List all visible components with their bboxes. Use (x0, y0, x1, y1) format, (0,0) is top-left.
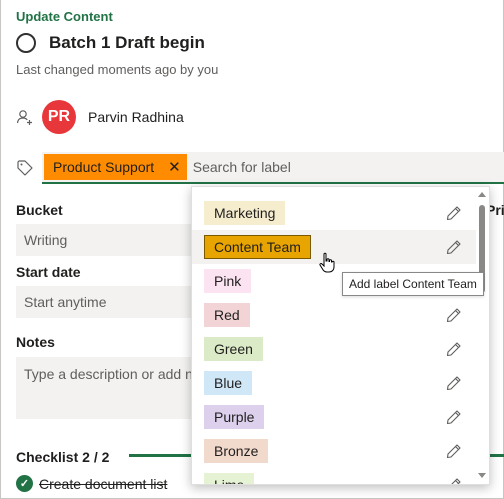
avatar[interactable]: PR (42, 100, 76, 134)
label-tooltip: Add label Content Team (342, 272, 484, 296)
notes-textarea[interactable]: Type a description or add n (16, 357, 196, 419)
label-option-chip[interactable]: Marketing (204, 201, 286, 225)
label-option-chip[interactable]: Content Team (204, 235, 311, 259)
last-changed-text: Last changed moments ago by you (16, 62, 219, 77)
bucket-label: Bucket (16, 202, 63, 218)
label-option[interactable]: Green (192, 332, 476, 366)
assignee-name: Parvin Radhina (88, 109, 184, 125)
notes-label: Notes (16, 334, 55, 350)
checklist-progress-bar (129, 454, 191, 457)
label-option[interactable]: Purple (192, 400, 476, 434)
checklist-done-icon[interactable]: ✓ (16, 475, 33, 492)
checklist-label: Checklist 2 / 2 (16, 449, 110, 465)
scroll-up-icon[interactable] (478, 192, 486, 197)
checklist-item-text[interactable]: Create document list (39, 476, 167, 492)
checklist-item: ✓ Create document list (16, 475, 167, 492)
assignee-row: PR Parvin Radhina (16, 100, 184, 134)
remove-label-icon[interactable]: ✕ (168, 158, 181, 176)
task-title[interactable]: Batch 1 Draft begin (49, 33, 205, 53)
edit-label-pencil-icon[interactable] (446, 477, 462, 485)
label-dropdown: Marketing Content Team Pink Red Green Blue Pur… (191, 186, 490, 485)
label-option-chip[interactable]: Blue (204, 371, 253, 395)
complete-task-checkbox[interactable] (16, 33, 36, 53)
edit-label-pencil-icon[interactable] (446, 409, 462, 425)
label-option[interactable]: Bronze (192, 434, 476, 468)
label-option-chip[interactable]: Pink (204, 269, 252, 293)
applied-label-text: Product Support (53, 159, 155, 175)
scroll-down-icon[interactable] (478, 473, 486, 478)
label-option-chip[interactable]: Red (204, 303, 250, 327)
start-date-label: Start date (16, 264, 81, 280)
label-picker-field[interactable]: Product Support ✕ (42, 152, 504, 184)
label-option[interactable]: Marketing (192, 196, 476, 230)
edit-label-pencil-icon[interactable] (446, 307, 462, 323)
bucket-select[interactable]: Writing (16, 224, 196, 256)
plan-breadcrumb[interactable]: Update Content (16, 9, 113, 24)
label-option-chip[interactable]: Purple (204, 405, 265, 429)
label-option[interactable]: Red (192, 298, 476, 332)
label-option-chip[interactable]: Lime (204, 473, 255, 484)
dropdown-scrollbar[interactable] (475, 187, 489, 484)
start-date-input[interactable]: Start anytime (16, 286, 196, 318)
task-title-row: Batch 1 Draft begin (16, 33, 205, 53)
label-option-chip[interactable]: Bronze (204, 439, 269, 463)
add-person-icon[interactable] (16, 108, 34, 126)
edit-label-pencil-icon[interactable] (446, 205, 462, 221)
edit-label-pencil-icon[interactable] (446, 443, 462, 459)
hand-cursor-icon (319, 252, 335, 273)
edit-label-pencil-icon[interactable] (446, 341, 462, 357)
edit-label-pencil-icon[interactable] (446, 375, 462, 391)
task-details-panel: Update Content Batch 1 Draft begin Last … (0, 0, 504, 499)
label-search-input[interactable] (192, 159, 473, 175)
label-option[interactable]: Lime (192, 468, 476, 485)
label-option-chip[interactable]: Green (204, 337, 263, 361)
label-option[interactable]: Blue (192, 366, 476, 400)
label-row: Product Support ✕ (16, 152, 504, 184)
edit-label-pencil-icon[interactable] (446, 239, 462, 255)
tag-icon (17, 160, 33, 176)
applied-label-chip: Product Support ✕ (44, 154, 187, 180)
